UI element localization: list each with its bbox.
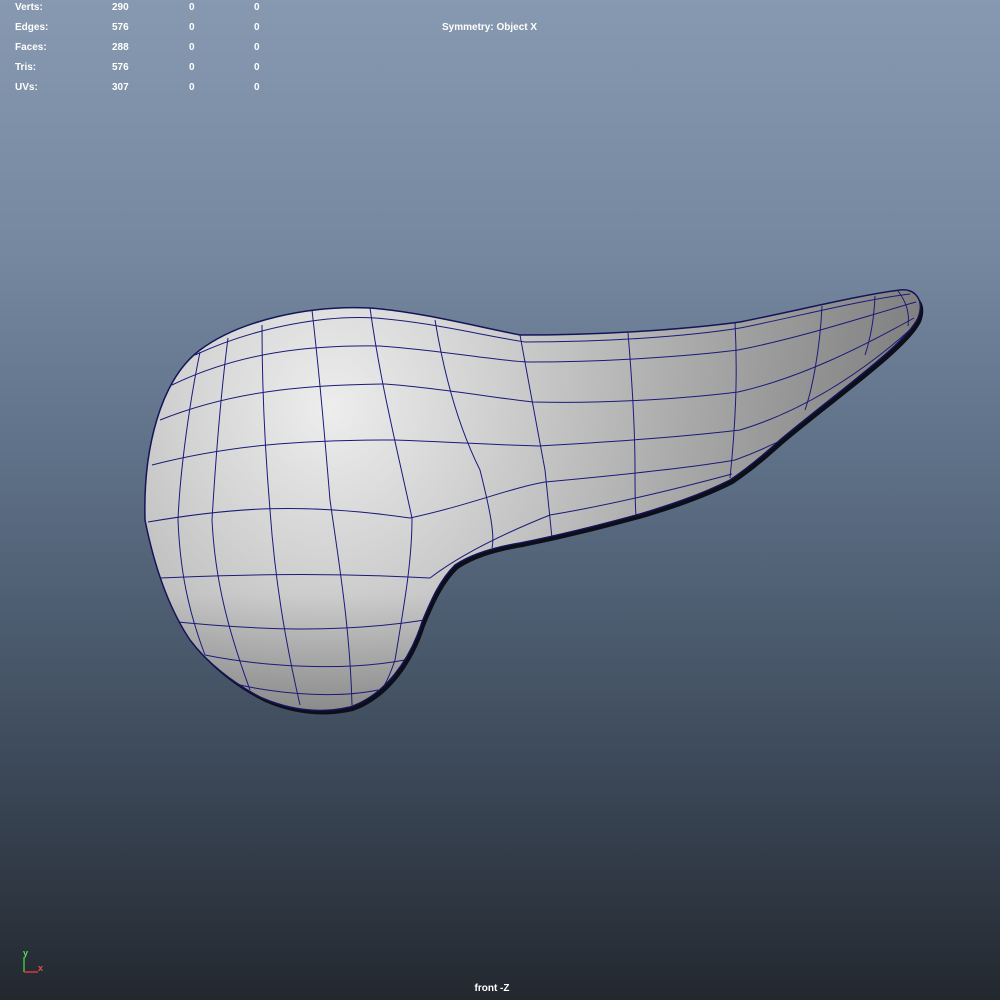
mesh-view[interactable] <box>0 0 1000 1000</box>
axis-y-label: y <box>23 948 29 958</box>
camera-name-label: front -Z <box>474 983 510 994</box>
mesh-surface-shade <box>144 289 921 711</box>
axis-icon <box>23 958 38 973</box>
view-axis-gizmo: y x <box>14 946 54 982</box>
axis-x-label: x <box>38 963 44 973</box>
maya-viewport[interactable]: Verts: 290 0 0 Edges: 576 0 0 Faces: 288… <box>0 0 1000 1000</box>
